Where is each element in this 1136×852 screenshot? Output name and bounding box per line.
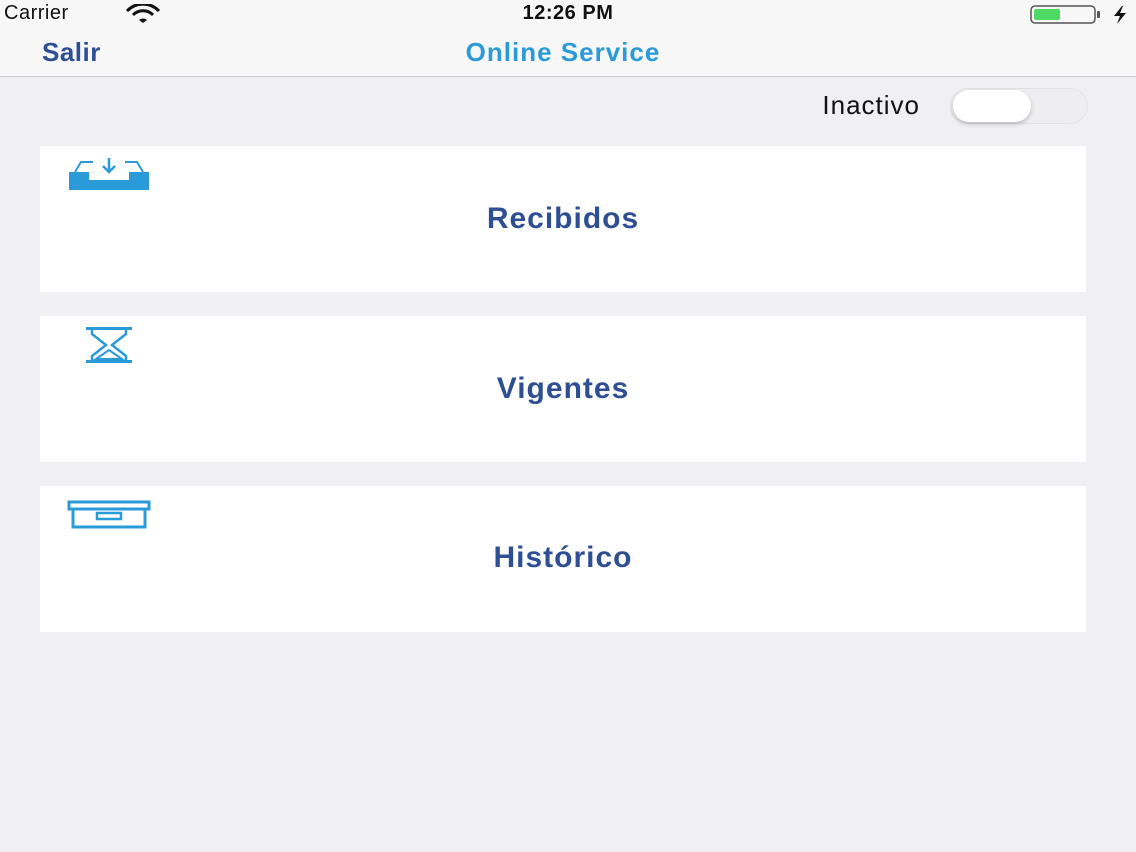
page-title: Online Service (465, 37, 661, 67)
archive-box-icon (67, 500, 151, 535)
switch-knob[interactable] (953, 90, 1031, 122)
menu-card-label: Recibidos (486, 202, 640, 235)
inbox-download-icon (67, 156, 151, 197)
menu-card-label: Histórico (493, 541, 633, 574)
status-time: 12:26 PM (522, 2, 614, 24)
toggle-label: Inactivo (822, 90, 920, 120)
hourglass-icon (84, 326, 134, 369)
menu-card-vigentes[interactable]: Vigentes (40, 316, 1086, 462)
battery-icon (1030, 5, 1102, 30)
navigation-bar: Salir Online Service (0, 28, 1136, 77)
menu-card-historico[interactable]: Histórico (40, 486, 1086, 632)
menu-card-label: Vigentes (496, 372, 630, 405)
status-toggle-row: Inactivo (0, 80, 1136, 132)
status-bar: Carrier 12:26 PM (0, 0, 1136, 28)
active-status-switch[interactable] (950, 88, 1088, 124)
menu-card-recibidos[interactable]: Recibidos (40, 146, 1086, 292)
charging-bolt-icon (1112, 5, 1128, 30)
